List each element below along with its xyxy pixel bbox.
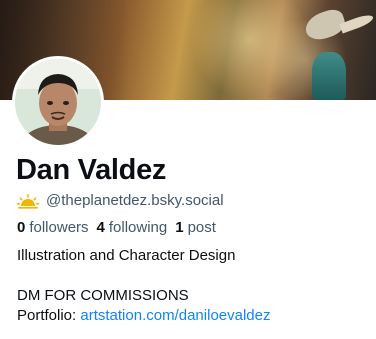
following-link[interactable]: 4 following bbox=[97, 218, 168, 238]
portfolio-label: Portfolio: bbox=[17, 307, 81, 324]
posts-stat: 1 post bbox=[175, 218, 216, 238]
bio-line-portfolio: Portfolio: artstation.com/daniloevaldez bbox=[17, 306, 367, 326]
banner-figure-cloak bbox=[312, 52, 346, 100]
profile-stats: 0 followers 4 following 1 post bbox=[17, 218, 224, 238]
bio-line-specialty: Illustration and Character Design bbox=[17, 247, 236, 264]
following-count: 4 bbox=[96, 219, 105, 236]
followers-count: 0 bbox=[17, 219, 26, 236]
bio-line-commissions: DM FOR COMMISSIONS bbox=[17, 287, 189, 304]
profile-handle: @theplanetdez.bsky.social bbox=[46, 192, 224, 209]
posts-label: post bbox=[187, 219, 216, 236]
handle-row: @theplanetdez.bsky.social bbox=[17, 191, 224, 211]
following-label: following bbox=[108, 219, 168, 236]
posts-count: 1 bbox=[175, 219, 184, 236]
followers-label: followers bbox=[29, 219, 89, 236]
display-name: Dan Valdez bbox=[16, 154, 167, 186]
avatar[interactable] bbox=[12, 56, 104, 148]
followers-link[interactable]: 0 followers bbox=[17, 218, 89, 238]
banner-bird-beak bbox=[339, 12, 375, 34]
portfolio-link[interactable]: artstation.com/daniloevaldez bbox=[80, 307, 270, 324]
sun-icon bbox=[17, 194, 39, 209]
avatar-photo bbox=[15, 59, 101, 145]
bio-spacer bbox=[17, 266, 367, 286]
profile-bio: Illustration and Character Design DM FOR… bbox=[17, 246, 367, 326]
